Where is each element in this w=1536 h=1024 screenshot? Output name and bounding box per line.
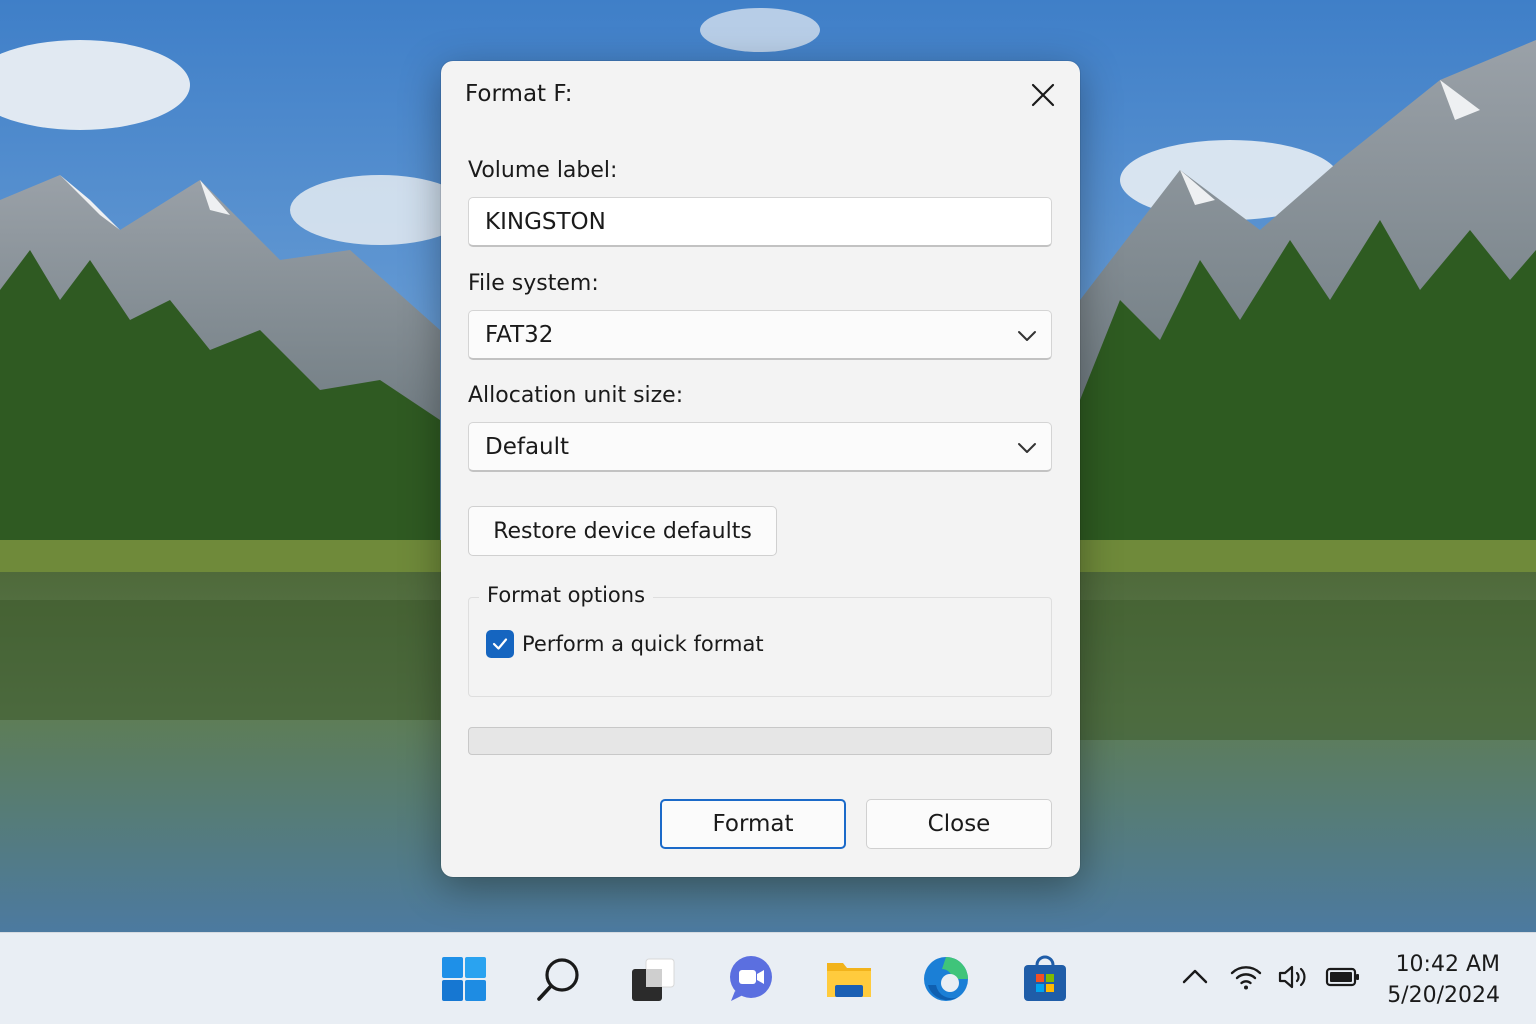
file-explorer-icon	[827, 963, 871, 997]
start-icon	[442, 957, 486, 1001]
search-button[interactable]	[535, 955, 583, 1003]
quick-format-label: Perform a quick format	[522, 632, 764, 656]
format-button[interactable]: Format	[660, 799, 846, 849]
quick-format-option[interactable]: Perform a quick format	[486, 630, 764, 658]
edge-icon	[924, 957, 968, 1001]
checkmark-icon	[492, 638, 508, 650]
start-button[interactable]	[440, 955, 488, 1003]
volume-icon	[1278, 965, 1306, 989]
store-icon	[1024, 955, 1066, 1001]
chevron-down-icon	[1018, 443, 1036, 453]
format-dialog: Format F: Volume label: KINGSTON File sy…	[441, 61, 1080, 877]
close-button[interactable]: Close	[866, 799, 1052, 849]
wifi-icon	[1230, 966, 1262, 990]
file-system-caption: File system:	[468, 271, 599, 296]
taskbar: 10:42 AM 5/20/2024	[0, 932, 1536, 1024]
format-progress-bar	[468, 727, 1052, 755]
battery-button[interactable]	[1325, 963, 1361, 995]
volume-button[interactable]	[1277, 963, 1309, 995]
file-system-value: FAT32	[485, 321, 554, 348]
edge-button[interactable]	[922, 955, 970, 1003]
volume-label-input[interactable]: KINGSTON	[468, 197, 1052, 247]
clock[interactable]: 10:42 AM 5/20/2024	[1370, 949, 1500, 1011]
chevron-up-icon	[1182, 969, 1208, 984]
show-hidden-icons-button[interactable]	[1181, 963, 1209, 995]
store-button[interactable]	[1021, 955, 1069, 1003]
battery-icon	[1325, 967, 1359, 987]
format-options-group: Format options Perform a quick format	[468, 583, 1052, 697]
clock-time: 10:42 AM	[1395, 952, 1500, 977]
network-button[interactable]	[1230, 963, 1262, 995]
allocation-size-caption: Allocation unit size:	[468, 383, 684, 408]
quick-format-checkbox[interactable]	[486, 630, 514, 658]
restore-defaults-button[interactable]: Restore device defaults	[468, 506, 777, 556]
task-view-icon	[632, 958, 675, 1001]
chat-icon	[730, 956, 772, 1001]
dialog-close-button[interactable]	[1025, 79, 1061, 111]
file-system-select[interactable]: FAT32	[468, 310, 1052, 360]
allocation-size-value: Default	[485, 433, 570, 460]
close-icon	[1031, 83, 1055, 107]
dialog-title: Format F:	[465, 81, 573, 107]
volume-label-value: KINGSTON	[485, 208, 606, 235]
clock-date: 5/20/2024	[1387, 983, 1500, 1008]
chat-button[interactable]	[727, 955, 775, 1003]
volume-label-caption: Volume label:	[468, 158, 618, 183]
search-icon	[537, 958, 579, 1001]
chevron-down-icon	[1018, 331, 1036, 341]
format-options-legend: Format options	[479, 583, 654, 607]
file-explorer-button[interactable]	[825, 955, 873, 1003]
allocation-size-select[interactable]: Default	[468, 422, 1052, 472]
task-view-button[interactable]	[630, 955, 678, 1003]
